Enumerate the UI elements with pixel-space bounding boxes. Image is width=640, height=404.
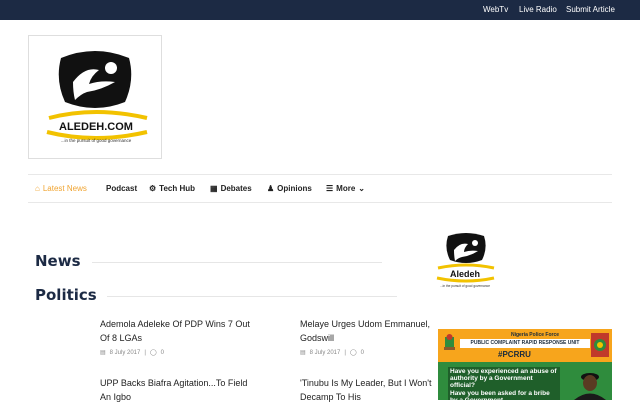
comment-icon: ◯ bbox=[349, 350, 357, 356]
menu-icon: ☰ bbox=[326, 183, 334, 193]
svg-text:...in the pursuit of good gove: ...in the pursuit of good governance bbox=[440, 284, 490, 288]
grid-icon: ▦ bbox=[210, 183, 218, 193]
ad-question-1: Have you experienced an abuse of authori… bbox=[448, 367, 560, 390]
ad-question-2: Have you been asked for a bribe by a Gov… bbox=[448, 389, 560, 400]
nav-podcast-label: Podcast bbox=[106, 184, 138, 193]
nav-divider-top bbox=[28, 174, 612, 175]
ad-line1: Nigeria Police Force bbox=[510, 332, 560, 338]
aledeh-logo-icon: Aledeh ...in the pursuit of good governa… bbox=[436, 233, 495, 288]
calendar-icon: ▤ bbox=[100, 350, 106, 356]
webtv-link[interactable]: WebTv bbox=[483, 5, 508, 14]
article-date: 8 July 2017 bbox=[309, 349, 341, 356]
article-date: 8 July 2017 bbox=[109, 349, 141, 356]
nav-opinions[interactable]: ♟ Opinions bbox=[267, 184, 312, 193]
gear-icon: ⚙ bbox=[149, 183, 157, 193]
nav-podcast[interactable]: Podcast bbox=[106, 184, 137, 193]
article-title[interactable]: Ademola Adeleke Of PDP Wins 7 Out Of 8 L… bbox=[100, 317, 250, 345]
nav-debates-label: Debates bbox=[220, 184, 252, 193]
police-officer-image bbox=[574, 373, 606, 400]
nav-tech-hub[interactable]: ⚙ Tech Hub bbox=[149, 184, 195, 193]
sidebar-logo[interactable]: Aledeh ...in the pursuit of good governa… bbox=[434, 232, 498, 290]
top-bar: WebTv Live Radio Submit Article bbox=[0, 0, 640, 20]
article-meta: ▤ 8 July 2017 | ◯ 0 bbox=[100, 349, 164, 357]
nav-tech-hub-label: Tech Hub bbox=[159, 184, 196, 193]
coat-of-arms-icon bbox=[444, 334, 455, 350]
user-icon: ♟ bbox=[267, 183, 275, 193]
aledeh-logo-icon: ALEDEH.COM ...in the pursuit of good gov… bbox=[46, 51, 148, 143]
svg-text:ALEDEH.COM: ALEDEH.COM bbox=[59, 121, 133, 133]
calendar-icon: ▤ bbox=[300, 350, 306, 356]
nav-divider-bottom bbox=[28, 202, 612, 203]
site-logo[interactable]: ALEDEH.COM ...in the pursuit of good gov… bbox=[28, 35, 162, 159]
nav-more-label: More bbox=[336, 184, 356, 193]
submit-article-link[interactable]: Submit Article bbox=[566, 5, 615, 14]
article-comments: 0 bbox=[160, 349, 164, 356]
ad-line2: PUBLIC COMPLAINT RAPID RESPONSE UNIT bbox=[460, 339, 590, 348]
section-title-news: News bbox=[35, 252, 81, 270]
section-news-line bbox=[92, 262, 382, 263]
comment-icon: ◯ bbox=[149, 350, 157, 356]
ad-hashtag: #PCRRU bbox=[498, 350, 531, 359]
article-title[interactable]: Melaye Urges Udom Emmanuel, Godswill bbox=[300, 317, 450, 345]
article-comments: 0 bbox=[360, 349, 364, 356]
nav-debates[interactable]: ▦ Debates bbox=[210, 184, 252, 193]
police-badge-icon bbox=[591, 333, 609, 357]
nav-more[interactable]: ☰ More ⌄ bbox=[326, 184, 365, 193]
article-meta: ▤ 8 July 2017 | ◯ 0 bbox=[300, 349, 364, 357]
nav-latest-news-label: Latest News bbox=[42, 184, 87, 193]
chevron-down-icon: ⌄ bbox=[358, 183, 365, 193]
nav-opinions-label: Opinions bbox=[277, 184, 312, 193]
section-title-politics: Politics bbox=[35, 286, 97, 304]
home-icon: ⌂ bbox=[35, 183, 40, 193]
section-politics-line bbox=[107, 296, 397, 297]
police-ad-banner[interactable]: Nigeria Police Force PUBLIC COMPLAINT RA… bbox=[438, 329, 612, 400]
live-radio-link[interactable]: Live Radio bbox=[519, 5, 557, 14]
svg-text:...in the pursuit of good gove: ...in the pursuit of good governance bbox=[61, 138, 132, 143]
svg-text:Aledeh: Aledeh bbox=[450, 269, 480, 279]
nav-latest-news[interactable]: ⌂ Latest News bbox=[35, 184, 87, 193]
